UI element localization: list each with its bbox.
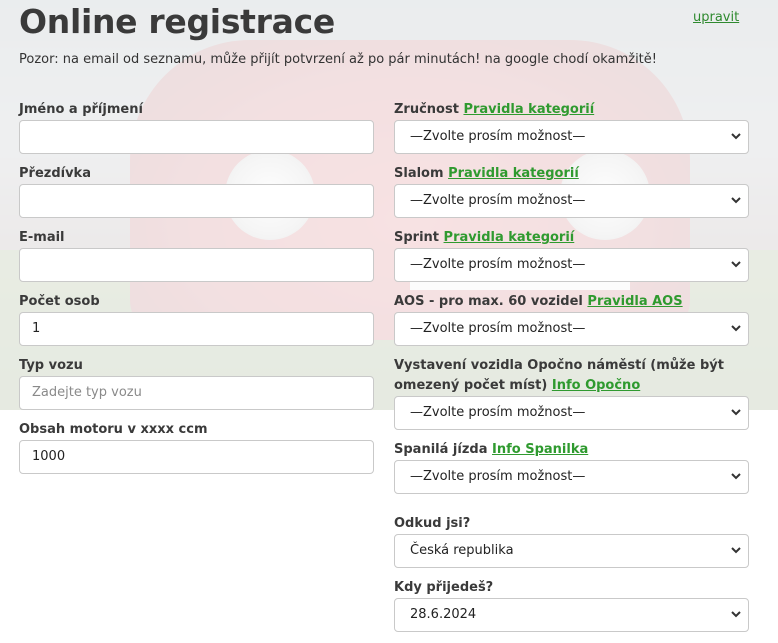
engine-label: Obsah motoru v xxxx ccm <box>19 422 208 437</box>
exhibition-select[interactable]: —Zvolte prosím možnost— <box>394 396 749 430</box>
chevron-down-icon <box>730 185 742 229</box>
exhibition-label: Vystavení vozidla Opočno náměstí (může b… <box>394 356 754 396</box>
registration-form: Online registrace upravit Pozor: na emai… <box>0 0 778 643</box>
aos-label-text: AOS - pro max. 60 vozidel <box>394 294 583 309</box>
slalom-select-value: —Zvolte prosím možnost— <box>410 193 586 208</box>
chevron-down-icon <box>730 461 742 505</box>
chevron-down-icon <box>730 121 742 165</box>
persons-input[interactable]: 1 <box>19 312 374 346</box>
aos-select-value: —Zvolte prosím možnost— <box>410 321 586 336</box>
chevron-down-icon <box>730 397 742 441</box>
aos-rules-link[interactable]: Pravidla AOS <box>587 294 682 309</box>
slalom-rules-link[interactable]: Pravidla kategorií <box>448 166 579 181</box>
nickname-label: Přezdívka <box>19 166 91 181</box>
origin-select-value: Česká republika <box>410 543 514 558</box>
ride-label: Spanilá jízda Info Spanilka <box>394 440 588 460</box>
exhibition-select-value: —Zvolte prosím možnost— <box>410 405 586 420</box>
engine-input[interactable]: 1000 <box>19 440 374 474</box>
arrival-label: Kdy přijedeš? <box>394 580 494 595</box>
email-label: E-mail <box>19 230 65 245</box>
car-type-input[interactable]: Zadejte typ vozu <box>19 376 374 410</box>
persons-label: Počet osob <box>19 294 100 309</box>
slalom-select[interactable]: —Zvolte prosím možnost— <box>394 184 749 218</box>
aos-label: AOS - pro max. 60 vozidel Pravidla AOS <box>394 292 683 312</box>
email-input[interactable] <box>19 248 374 282</box>
chevron-down-icon <box>730 599 742 643</box>
name-label: Jméno a příjmení <box>19 102 143 117</box>
sprint-rules-link[interactable]: Pravidla kategorií <box>444 230 575 245</box>
aos-select[interactable]: —Zvolte prosím možnost— <box>394 312 749 346</box>
origin-select[interactable]: Česká republika <box>394 534 749 568</box>
slalom-label: Slalom Pravidla kategorií <box>394 164 579 184</box>
sprint-select-value: —Zvolte prosím možnost— <box>410 257 586 272</box>
ride-select[interactable]: —Zvolte prosím možnost— <box>394 460 749 494</box>
skill-label: Zručnost Pravidla kategorií <box>394 100 594 120</box>
sprint-label-text: Sprint <box>394 230 440 245</box>
skill-select-value: —Zvolte prosím možnost— <box>410 129 586 144</box>
chevron-down-icon <box>730 313 742 357</box>
exhibition-info-link[interactable]: Info Opočno <box>552 378 640 393</box>
sprint-label: Sprint Pravidla kategorií <box>394 228 574 248</box>
car-type-label: Typ vozu <box>19 358 83 373</box>
ride-label-text: Spanilá jízda <box>394 442 488 457</box>
ride-info-link[interactable]: Info Spanilka <box>492 442 588 457</box>
exhibition-label-line2: omezený počet míst) <box>394 378 548 393</box>
skill-select[interactable]: —Zvolte prosím možnost— <box>394 120 749 154</box>
chevron-down-icon <box>730 535 742 579</box>
ride-select-value: —Zvolte prosím možnost— <box>410 469 586 484</box>
origin-label: Odkud jsi? <box>394 516 471 531</box>
slalom-label-text: Slalom <box>394 166 444 181</box>
sprint-select[interactable]: —Zvolte prosím možnost— <box>394 248 749 282</box>
name-input[interactable] <box>19 120 374 154</box>
chevron-down-icon <box>730 249 742 293</box>
skill-label-text: Zručnost <box>394 102 459 117</box>
arrival-select-value: 28.6.2024 <box>410 607 477 622</box>
page-title: Online registrace <box>19 2 335 41</box>
skill-rules-link[interactable]: Pravidla kategorií <box>463 102 594 117</box>
email-notice: Pozor: na email od seznamu, může přijít … <box>19 52 657 67</box>
arrival-select[interactable]: 28.6.2024 <box>394 598 749 632</box>
nickname-input[interactable] <box>19 184 374 218</box>
exhibition-label-line1: Vystavení vozidla Opočno náměstí (může b… <box>394 358 724 373</box>
edit-link[interactable]: upravit <box>693 10 739 25</box>
